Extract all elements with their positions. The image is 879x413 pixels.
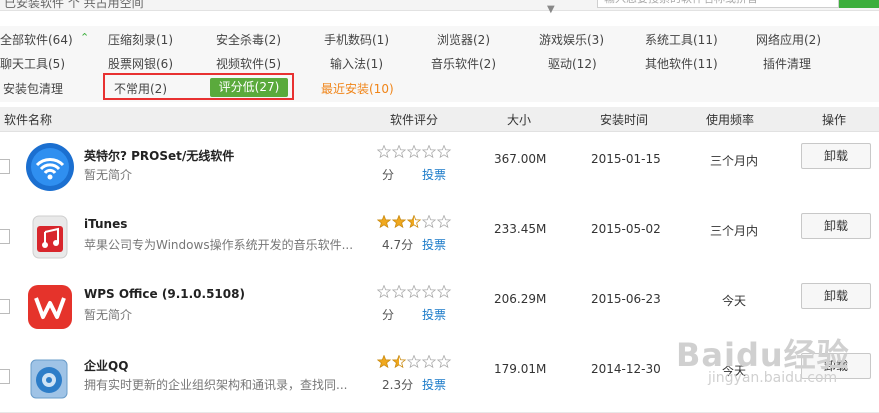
header-date[interactable]: 安装时间 <box>600 111 648 128</box>
search-button[interactable] <box>839 0 879 8</box>
rating-score: 分 <box>382 168 395 182</box>
header-size[interactable]: 大小 <box>507 111 531 128</box>
rating-star[interactable] <box>421 145 437 159</box>
category-all[interactable]: 全部软件(64) <box>0 31 73 48</box>
wps-office-icon <box>28 285 72 329</box>
install-date: 2014-12-30 <box>591 362 661 376</box>
vote-link[interactable]: 投票 <box>422 166 446 183</box>
size-value: 367.00M <box>494 152 547 166</box>
category-music[interactable]: 音乐软件(2) <box>431 55 496 72</box>
software-desc: 暂无简介 <box>84 168 133 182</box>
summary-text: 已安装软件 个 共占用空间 <box>4 0 144 10</box>
table-row: 英特尔? PROSet/无线软件 暂无简介 分 投票 367.00M 2015-… <box>0 132 879 203</box>
rating-star[interactable] <box>391 285 407 299</box>
search-input[interactable]: 输入您要搜索的软件名称或拼音 <box>597 0 839 8</box>
uninstall-button[interactable]: 卸载 <box>801 143 871 169</box>
category-security[interactable]: 安全杀毒(2) <box>216 31 281 48</box>
category-compress[interactable]: 压缩刻录(1) <box>108 31 173 48</box>
rating-stars[interactable] <box>377 355 453 369</box>
category-other[interactable]: 其他软件(11) <box>645 55 718 72</box>
header-name[interactable]: 软件名称 <box>4 111 52 128</box>
install-date: 2015-06-23 <box>591 292 661 306</box>
collapse-chevron-icon[interactable]: ⌃ <box>80 31 89 44</box>
rating-star[interactable] <box>436 145 452 159</box>
rating-score: 2.3分 <box>382 378 414 392</box>
rating-stars[interactable] <box>377 285 453 299</box>
vote-link[interactable]: 投票 <box>422 236 446 253</box>
highlight-box <box>103 73 294 100</box>
usage-frequency: 三个月内 <box>709 154 758 168</box>
size-value: 206.29M <box>494 292 547 306</box>
software-name: 企业QQ <box>84 359 129 373</box>
usage-frequency: 三个月内 <box>709 224 758 238</box>
software-name: WPS Office (9.1.0.5108) <box>84 287 245 301</box>
enterprise-qq-icon <box>30 359 68 399</box>
install-date: 2015-01-15 <box>591 152 661 166</box>
package-cleanup[interactable]: 安装包清理 <box>3 80 63 97</box>
category-driver[interactable]: 驱动(12) <box>548 55 597 72</box>
row-checkbox[interactable] <box>0 159 10 174</box>
category-chat[interactable]: 聊天工具(5) <box>0 55 65 72</box>
rating-star[interactable] <box>436 215 452 229</box>
category-video[interactable]: 视频软件(5) <box>216 55 281 72</box>
rating-star[interactable] <box>406 355 422 369</box>
usage-frequency: 今天 <box>721 294 746 308</box>
header-action: 操作 <box>822 113 847 127</box>
size-value: 233.45M <box>494 222 547 236</box>
category-network[interactable]: 网络应用(2) <box>756 31 821 48</box>
rating-star[interactable] <box>391 215 407 229</box>
rating-star[interactable] <box>421 285 437 299</box>
header-rating[interactable]: 软件评分 <box>390 111 438 128</box>
header-frequency[interactable]: 使用频率 <box>706 111 754 128</box>
rating-star[interactable] <box>377 215 392 229</box>
rating-star[interactable] <box>436 355 452 369</box>
category-mobile[interactable]: 手机数码(1) <box>324 31 389 48</box>
rating-star[interactable] <box>421 355 437 369</box>
baidu-watermark-url: jingyan.baidu.com <box>708 370 838 386</box>
rating-star[interactable] <box>406 145 422 159</box>
table-header: 软件名称 软件评分 大小 安装时间 使用频率 操作 <box>0 107 879 132</box>
row-checkbox[interactable] <box>0 229 10 244</box>
category-system[interactable]: 系统工具(11) <box>645 31 718 48</box>
rating-star[interactable] <box>421 215 437 229</box>
size-value: 179.01M <box>494 362 547 376</box>
rating-stars[interactable] <box>377 145 453 159</box>
rating-star[interactable] <box>377 145 392 159</box>
uninstall-button[interactable]: 卸载 <box>801 213 871 239</box>
row-checkbox[interactable] <box>0 299 10 314</box>
uninstall-button[interactable]: 卸载 <box>801 283 871 309</box>
rating-stars[interactable] <box>377 215 453 229</box>
rating-star[interactable] <box>436 285 452 299</box>
software-name: iTunes <box>84 217 128 231</box>
rating-star[interactable] <box>391 355 407 369</box>
rating-score: 分 <box>382 308 395 322</box>
rating-star[interactable] <box>377 285 392 299</box>
vote-link[interactable]: 投票 <box>422 306 446 323</box>
software-desc: 苹果公司专为Windows操作系统开发的音乐软件... <box>84 238 354 252</box>
rating-score: 4.7分 <box>382 238 414 252</box>
category-stock[interactable]: 股票网银(6) <box>108 55 173 72</box>
software-desc: 拥有实时更新的企业组织架构和通讯录，查找同... <box>84 378 348 392</box>
category-plugin[interactable]: 插件清理 <box>763 55 811 72</box>
row-checkbox[interactable] <box>0 369 10 384</box>
itunes-icon <box>32 215 68 259</box>
vote-link[interactable]: 投票 <box>422 376 446 393</box>
table-row: iTunes 苹果公司专为Windows操作系统开发的音乐软件... 4.7分 … <box>0 202 879 273</box>
top-bar: 已安装软件 个 共占用空间 输入您要搜索的软件名称或拼音 <box>0 0 879 11</box>
category-games[interactable]: 游戏娱乐(3) <box>539 31 604 48</box>
sort-down-icon[interactable]: ▼ <box>547 4 555 15</box>
category-input[interactable]: 输入法(1) <box>330 55 383 72</box>
install-date: 2015-05-02 <box>591 222 661 236</box>
software-name: 英特尔? PROSet/无线软件 <box>84 149 235 163</box>
category-browser[interactable]: 浏览器(2) <box>437 31 490 48</box>
rating-star[interactable] <box>391 145 407 159</box>
rating-star[interactable] <box>377 355 392 369</box>
filter-recent-install[interactable]: 最近安装(10) <box>321 80 394 97</box>
software-desc: 暂无简介 <box>84 308 133 322</box>
rating-star[interactable] <box>406 285 422 299</box>
intel-wireless-icon <box>26 143 74 191</box>
rating-star[interactable] <box>406 215 422 229</box>
